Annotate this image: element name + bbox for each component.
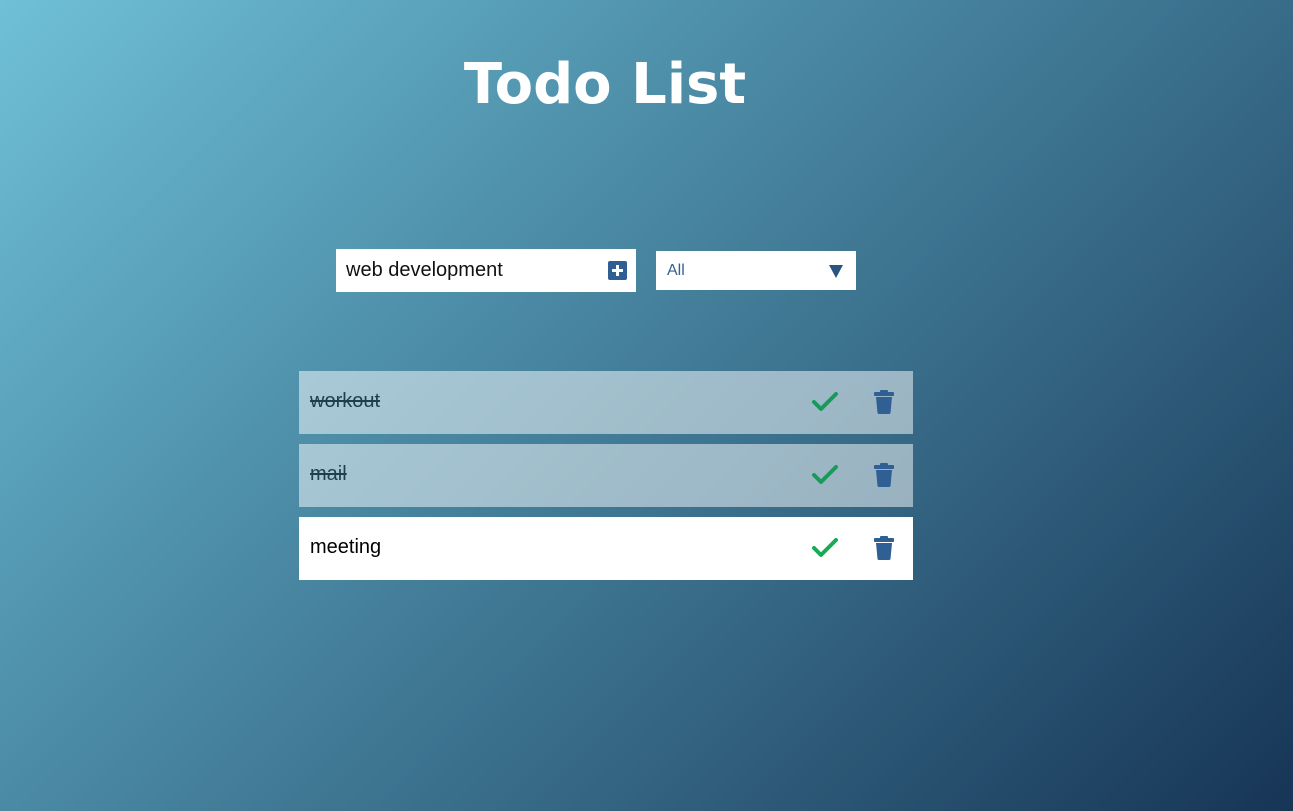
trash-icon bbox=[874, 536, 894, 560]
complete-button[interactable] bbox=[811, 389, 839, 415]
check-icon bbox=[812, 538, 838, 557]
trash-icon bbox=[874, 390, 894, 414]
complete-button[interactable] bbox=[811, 535, 839, 561]
todo-item: workout bbox=[299, 371, 913, 434]
todo-item: meeting bbox=[299, 517, 913, 580]
filter-selected-value: All bbox=[667, 262, 685, 279]
todo-text: workout bbox=[310, 390, 381, 412]
add-todo-button[interactable] bbox=[608, 261, 627, 280]
check-icon bbox=[812, 465, 838, 484]
check-icon bbox=[812, 392, 838, 411]
filter-select[interactable]: All bbox=[656, 251, 856, 290]
todo-form bbox=[336, 249, 636, 292]
todo-item: mail bbox=[299, 444, 913, 507]
todo-text: meeting bbox=[310, 536, 382, 558]
delete-button[interactable] bbox=[872, 389, 896, 415]
todo-text: mail bbox=[310, 463, 347, 485]
page-title: Todo List bbox=[463, 52, 747, 117]
trash-icon bbox=[874, 463, 894, 487]
todo-list: workout mail meeting bbox=[299, 371, 913, 590]
chevron-down-icon bbox=[829, 265, 843, 278]
delete-button[interactable] bbox=[872, 535, 896, 561]
todo-input[interactable] bbox=[336, 249, 596, 292]
delete-button[interactable] bbox=[872, 462, 896, 488]
complete-button[interactable] bbox=[811, 462, 839, 488]
